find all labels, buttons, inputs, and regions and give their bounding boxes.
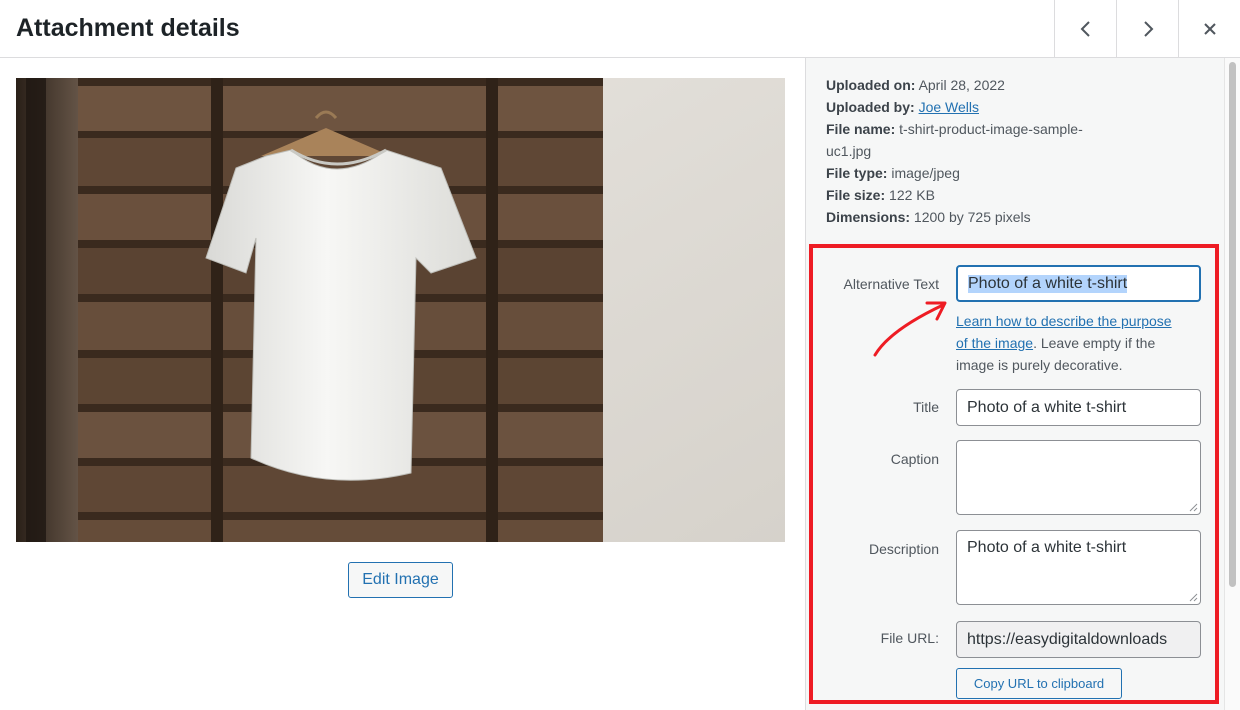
dimensions-row: Dimensions: 1200 by 725 pixels xyxy=(826,209,1031,225)
close-icon xyxy=(1204,22,1216,35)
alt-text-input[interactable]: Photo of a white t-shirt xyxy=(956,265,1201,302)
file-type-row: File type: image/jpeg xyxy=(826,165,960,181)
alt-text-label: Alternative Text xyxy=(843,276,939,292)
file-size-row: File size: 122 KB xyxy=(826,187,935,203)
description-textarea[interactable]: Photo of a white t-shirt xyxy=(956,530,1201,605)
chevron-right-icon xyxy=(1144,20,1154,37)
description-label: Description xyxy=(868,541,939,557)
t-shirt-photo xyxy=(16,78,785,542)
alt-text-selected-value: Photo of a white t-shirt xyxy=(968,274,1128,293)
next-attachment-button[interactable] xyxy=(1116,0,1179,57)
copy-url-button[interactable]: Copy URL to clipboard xyxy=(956,668,1122,699)
file-details: Uploaded on: April 28, 2022 Uploaded by:… xyxy=(826,74,1206,228)
file-url-input[interactable]: https://easydigitaldownloads xyxy=(956,621,1201,658)
close-button[interactable] xyxy=(1178,0,1240,57)
previous-attachment-button[interactable] xyxy=(1054,0,1117,57)
file-name-continued: uc1.jpg xyxy=(826,143,872,159)
title-label: Title xyxy=(913,399,939,415)
caption-label: Caption xyxy=(890,451,939,467)
uploaded-by-row: Uploaded by: Joe Wells xyxy=(826,99,979,115)
edit-image-button[interactable]: Edit Image xyxy=(348,562,453,598)
resize-handle-icon[interactable] xyxy=(1189,503,1198,512)
sidebar-scrollbar[interactable] xyxy=(1224,58,1240,710)
uploader-link[interactable]: Joe Wells xyxy=(919,99,979,115)
page-title: Attachment details xyxy=(16,14,240,42)
alt-text-help: Learn how to describe the purpose of the … xyxy=(956,313,1172,373)
modal-header: Attachment details xyxy=(0,0,1240,58)
file-name-row: File name: t-shirt-product-image-sample- xyxy=(826,121,1083,137)
title-input[interactable]: Photo of a white t-shirt xyxy=(956,389,1201,426)
attachment-image-preview xyxy=(16,78,785,542)
scrollbar-thumb[interactable] xyxy=(1229,62,1236,587)
uploaded-on-row: Uploaded on: April 28, 2022 xyxy=(826,77,1005,93)
caption-textarea[interactable] xyxy=(956,440,1201,515)
chevron-left-icon xyxy=(1080,20,1090,37)
red-arrow-annotation xyxy=(873,301,947,357)
file-url-label: File URL: xyxy=(880,630,939,646)
resize-handle-icon[interactable] xyxy=(1189,593,1198,602)
